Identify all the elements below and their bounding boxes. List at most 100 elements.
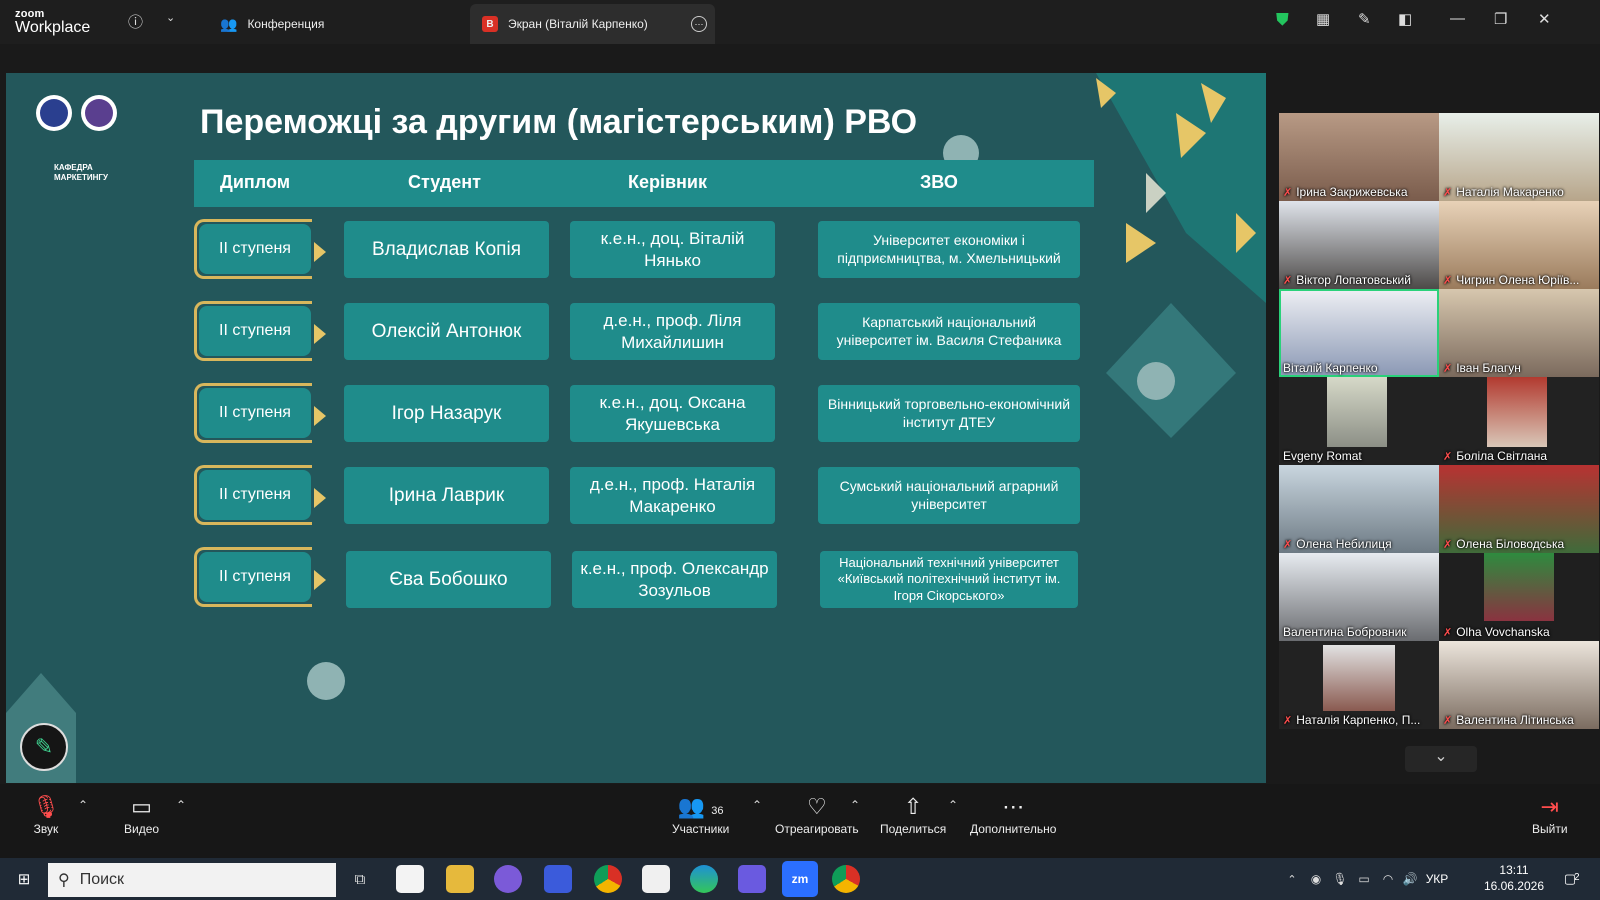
supervisor-cell: к.е.н., доц. Оксана Якушевська (570, 385, 775, 442)
pen-icon[interactable]: ✎ (1358, 10, 1371, 28)
shared-slide: КАФЕДРА МАРКЕТИНГУ Переможці за другим (… (6, 73, 1266, 783)
muted-mic-icon: ✗ (1283, 715, 1293, 727)
file-explorer-icon[interactable] (446, 865, 474, 893)
chrome-profile-icon[interactable] (832, 865, 860, 893)
shield-icon[interactable]: ⛊ (1276, 10, 1289, 30)
grid-view-icon[interactable]: ▦ (1316, 10, 1330, 28)
video-button[interactable]: ▭ Видео (124, 794, 159, 836)
meeting-controls: 🎙 Звук ⌃ ▭ Видео ⌃ 👥 36 Участники ⌃ ♡ От… (0, 784, 1600, 858)
participant-tile[interactable]: ✗ Ірина Закрижевська (1279, 113, 1439, 201)
minimize-icon[interactable]: — (1450, 10, 1465, 27)
task-view-icon[interactable]: ⧉ (346, 865, 374, 893)
participant-tile[interactable]: ✗ Чигрин Олена Юріїв... (1439, 201, 1599, 289)
share-screen-icon: ⇧ (903, 794, 923, 819)
participant-tile[interactable]: ✗ Наталія Карпенко, П... (1279, 641, 1439, 729)
document-icon[interactable] (642, 865, 670, 893)
restore-icon[interactable]: ❐ (1494, 10, 1507, 28)
participant-tile[interactable]: ✗ Наталія Макаренко (1439, 113, 1599, 201)
participant-tile[interactable]: ✗ Олена Небилиця (1279, 465, 1439, 553)
participants-icon: 👥 36 (677, 794, 724, 819)
participant-name: Валентина Бобровник (1283, 625, 1407, 639)
header-student: Студент (408, 172, 481, 192)
student-cell: Ігор Назарук (344, 385, 549, 442)
participant-tile[interactable]: ✗ Валентина Літинська (1439, 641, 1599, 729)
participant-tile[interactable]: ✗ Olha Vovchanska (1439, 553, 1599, 641)
header-diploma: Диплом (220, 172, 291, 192)
video-options-caret-icon[interactable]: ⌃ (176, 798, 186, 812)
participant-tile[interactable]: ✗ Олена Біловодська (1439, 465, 1599, 553)
title-bar: zoom Workplace ⓘ ⌄ 👥 Конференция В Экран… (0, 0, 1600, 44)
notifications-count: 2 (1574, 872, 1580, 883)
diploma-badge: ІІ ступеня (194, 219, 326, 279)
info-icon[interactable]: ⓘ (128, 11, 143, 32)
zoom-logo: zoom Workplace (15, 9, 90, 36)
participant-name: ✗ Olha Vovchanska (1443, 625, 1550, 639)
diploma-badge: ІІ ступеня (194, 465, 326, 525)
more-icon: ⋯ (1002, 794, 1025, 819)
viber-icon[interactable] (494, 865, 522, 893)
save-icon[interactable] (544, 865, 572, 893)
participant-name: ✗ Ірина Закрижевська (1283, 185, 1408, 199)
header-supervisor: Керівник (628, 172, 708, 192)
windows-start-icon[interactable]: ⊞ (10, 865, 38, 893)
muted-mic-icon: ✗ (1283, 539, 1293, 551)
mic-off-icon: 🎙 (32, 794, 60, 819)
audio-options-caret-icon[interactable]: ⌃ (78, 798, 88, 812)
leave-button[interactable]: ⇥ Выйти (1532, 794, 1568, 836)
participant-tile-active-speaker[interactable]: Віталій Карпенко (1279, 289, 1439, 377)
muted-mic-icon: ✗ (1283, 187, 1293, 199)
tab-meeting[interactable]: 👥 Конференция (210, 4, 450, 44)
app-icon[interactable] (738, 865, 766, 893)
close-icon[interactable]: ✕ (1538, 10, 1551, 28)
participants-caret-icon[interactable]: ⌃ (752, 798, 762, 812)
participant-tile[interactable]: Валентина Бобровник (1279, 553, 1439, 641)
leave-icon: ⇥ (1540, 794, 1559, 819)
zoom-taskbar-icon[interactable]: zm (782, 861, 818, 897)
layout-icon[interactable]: ◧ (1398, 10, 1412, 28)
tab-shared-screen[interactable]: В Экран (Віталій Карпенко) ⋯ (470, 4, 715, 44)
tab-shared-screen-label: Экран (Віталій Карпенко) (508, 17, 648, 31)
header-university: ЗВО (920, 172, 958, 192)
edge-icon[interactable] (690, 865, 718, 893)
taskbar-search-input[interactable]: ⚲ Поиск (48, 863, 336, 897)
participant-name: Evgeny Romat (1283, 449, 1362, 463)
participant-tile[interactable]: Evgeny Romat (1279, 377, 1439, 465)
muted-mic-icon: ✗ (1443, 275, 1453, 287)
volume-icon[interactable]: 🔊 (1396, 865, 1424, 893)
language-indicator[interactable]: УКР (1422, 865, 1452, 893)
participant-tile[interactable]: ✗ Боліла Світлана (1439, 377, 1599, 465)
participant-name: ✗ Чигрин Олена Юріїв... (1443, 273, 1580, 287)
participants-button[interactable]: 👥 36 Участники (672, 794, 729, 836)
react-button[interactable]: ♡ Отреагировать (775, 794, 859, 836)
tab-meeting-label: Конференция (247, 17, 325, 31)
people-icon: 👥 (220, 15, 238, 32)
annotate-pencil-button[interactable]: ✎ (20, 723, 68, 771)
chrome-icon[interactable] (594, 865, 622, 893)
react-caret-icon[interactable]: ⌃ (850, 798, 860, 812)
sharer-avatar-badge: В (482, 16, 498, 32)
taskbar-clock[interactable]: 13:11 16.06.2026 (1484, 862, 1544, 894)
student-cell: Олексій Антонюк (344, 303, 549, 360)
video-camera-icon: ▭ (131, 794, 152, 819)
muted-mic-icon: ✗ (1443, 715, 1453, 727)
gallery-scroll-down-icon[interactable]: ⌄ (1405, 746, 1477, 772)
share-button[interactable]: ⇧ Поделиться (880, 794, 946, 836)
participant-tile[interactable]: ✗ Іван Благун (1439, 289, 1599, 377)
university-cell: Сумський національний аграрний університ… (818, 467, 1080, 524)
muted-mic-icon: ✗ (1443, 363, 1453, 375)
more-button[interactable]: ⋯ Дополнительно (970, 794, 1056, 836)
audio-button[interactable]: 🎙 Звук (32, 794, 60, 836)
chevron-down-icon[interactable]: ⌄ (166, 11, 175, 24)
university-cell: Університет економіки і підприємництва, … (818, 221, 1080, 278)
windows-taskbar: ⊞ ⚲ Поиск ⧉ zm ⌃ ◉ 🎙 ▭ ◠ 🔊 УКР 13:11 16.… (0, 858, 1600, 900)
diploma-badge: ІІ ступеня (194, 301, 326, 361)
participant-name: ✗ Наталія Карпенко, П... (1283, 713, 1421, 727)
more-icon[interactable]: ⋯ (691, 16, 707, 32)
participant-name: ✗ Наталія Макаренко (1443, 185, 1564, 199)
file-icon[interactable] (396, 865, 424, 893)
participant-tile[interactable]: ✗ Віктор Лопатовський (1279, 201, 1439, 289)
share-caret-icon[interactable]: ⌃ (948, 798, 958, 812)
student-cell: Єва Бобошко (346, 551, 551, 608)
muted-mic-icon: ✗ (1283, 275, 1293, 287)
supervisor-cell: д.е.н., проф. Наталія Макаренко (570, 467, 775, 524)
